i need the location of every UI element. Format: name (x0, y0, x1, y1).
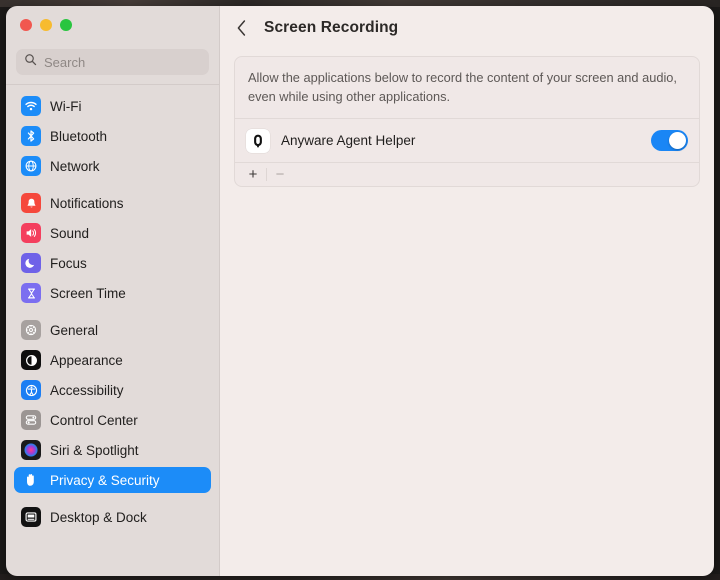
sidebar-item-general[interactable]: General (14, 317, 211, 343)
screen-time-icon (21, 283, 41, 303)
app-name: Anyware Agent Helper (281, 133, 416, 149)
sidebar-item-notifications[interactable]: Notifications (14, 190, 211, 216)
nav-group-system: General Appearance Accessibility Control… (14, 317, 211, 493)
sidebar-item-label: Notifications (50, 195, 124, 211)
window-controls (6, 6, 219, 42)
card-description: Allow the applications below to record t… (235, 57, 699, 120)
table-row[interactable]: Anyware Agent Helper (235, 119, 699, 164)
sidebar-item-sound[interactable]: Sound (14, 220, 211, 246)
siri-icon (21, 440, 41, 460)
sidebar-item-label: General (50, 322, 99, 338)
content-header: Screen Recording (220, 6, 714, 50)
sidebar-item-label: Wi-Fi (50, 98, 82, 114)
sidebar-item-label: Siri & Spotlight (50, 442, 139, 458)
sidebar-nav: Wi-Fi Bluetooth Network Notifications So… (6, 85, 219, 576)
nav-group-desktop: Desktop & Dock (14, 504, 211, 530)
nav-group-connectivity: Wi-Fi Bluetooth Network (14, 93, 211, 179)
network-icon (21, 156, 41, 176)
add-app-button[interactable]: + (243, 165, 263, 184)
sidebar-item-label: Desktop & Dock (50, 509, 147, 525)
search-field[interactable]: Search (16, 49, 209, 75)
sidebar-item-label: Sound (50, 225, 90, 241)
sidebar-item-label: Bluetooth (50, 128, 108, 144)
page-title: Screen Recording (264, 19, 399, 36)
card-footer: + − (235, 163, 699, 186)
sidebar-item-label: Appearance (50, 352, 123, 368)
sound-icon (21, 223, 41, 243)
zoom-button[interactable] (60, 19, 72, 31)
sidebar-item-accessibility[interactable]: Accessibility (14, 377, 211, 403)
nav-group-alerts: Notifications Sound Focus Screen Time (14, 190, 211, 306)
footer-separator (266, 168, 267, 182)
sidebar-item-siri-spotlight[interactable]: Siri & Spotlight (14, 437, 211, 463)
sidebar: Search Wi-Fi Bluetooth Network Notificat… (6, 6, 220, 576)
accessibility-icon (21, 380, 41, 400)
sidebar-item-label: Accessibility (50, 382, 124, 398)
sidebar-item-appearance[interactable]: Appearance (14, 347, 211, 373)
search-container: Search (6, 42, 219, 84)
desktop-dock-icon (21, 507, 41, 527)
sidebar-item-label: Privacy & Security (50, 472, 160, 488)
privacy-hand-icon (21, 470, 41, 490)
sidebar-item-label: Network (50, 158, 100, 174)
sidebar-item-privacy-security[interactable]: Privacy & Security (14, 467, 211, 493)
notifications-icon (21, 193, 41, 213)
search-icon (24, 53, 37, 71)
minimize-button[interactable] (40, 19, 52, 31)
sidebar-item-wifi[interactable]: Wi-Fi (14, 93, 211, 119)
anyware-app-icon (246, 128, 270, 153)
sidebar-item-label: Screen Time (50, 285, 126, 301)
system-settings-window: Search Wi-Fi Bluetooth Network Notificat… (6, 6, 714, 576)
chevron-left-icon (237, 20, 245, 36)
wifi-icon (21, 96, 41, 116)
bluetooth-icon (21, 126, 41, 146)
sidebar-item-control-center[interactable]: Control Center (14, 407, 211, 433)
content-body: Allow the applications below to record t… (220, 50, 714, 188)
focus-icon (21, 253, 41, 273)
remove-app-button: − (275, 166, 285, 184)
screen-recording-toggle[interactable] (651, 130, 688, 152)
toggle-knob (669, 132, 686, 150)
content-pane: Screen Recording Allow the applications … (220, 6, 714, 576)
sidebar-item-desktop-dock[interactable]: Desktop & Dock (14, 504, 211, 530)
sidebar-item-screen-time[interactable]: Screen Time (14, 280, 211, 306)
sidebar-item-focus[interactable]: Focus (14, 250, 211, 276)
screen-recording-card: Allow the applications below to record t… (234, 56, 700, 188)
general-icon (21, 320, 41, 340)
search-input-placeholder: Search (44, 54, 86, 70)
sidebar-item-label: Control Center (50, 412, 138, 428)
appearance-icon (21, 350, 41, 370)
back-button[interactable] (230, 15, 252, 41)
control-center-icon (21, 410, 41, 430)
sidebar-item-label: Focus (50, 255, 87, 271)
close-button[interactable] (20, 19, 32, 31)
sidebar-item-bluetooth[interactable]: Bluetooth (14, 123, 211, 149)
sidebar-item-network[interactable]: Network (14, 153, 211, 179)
